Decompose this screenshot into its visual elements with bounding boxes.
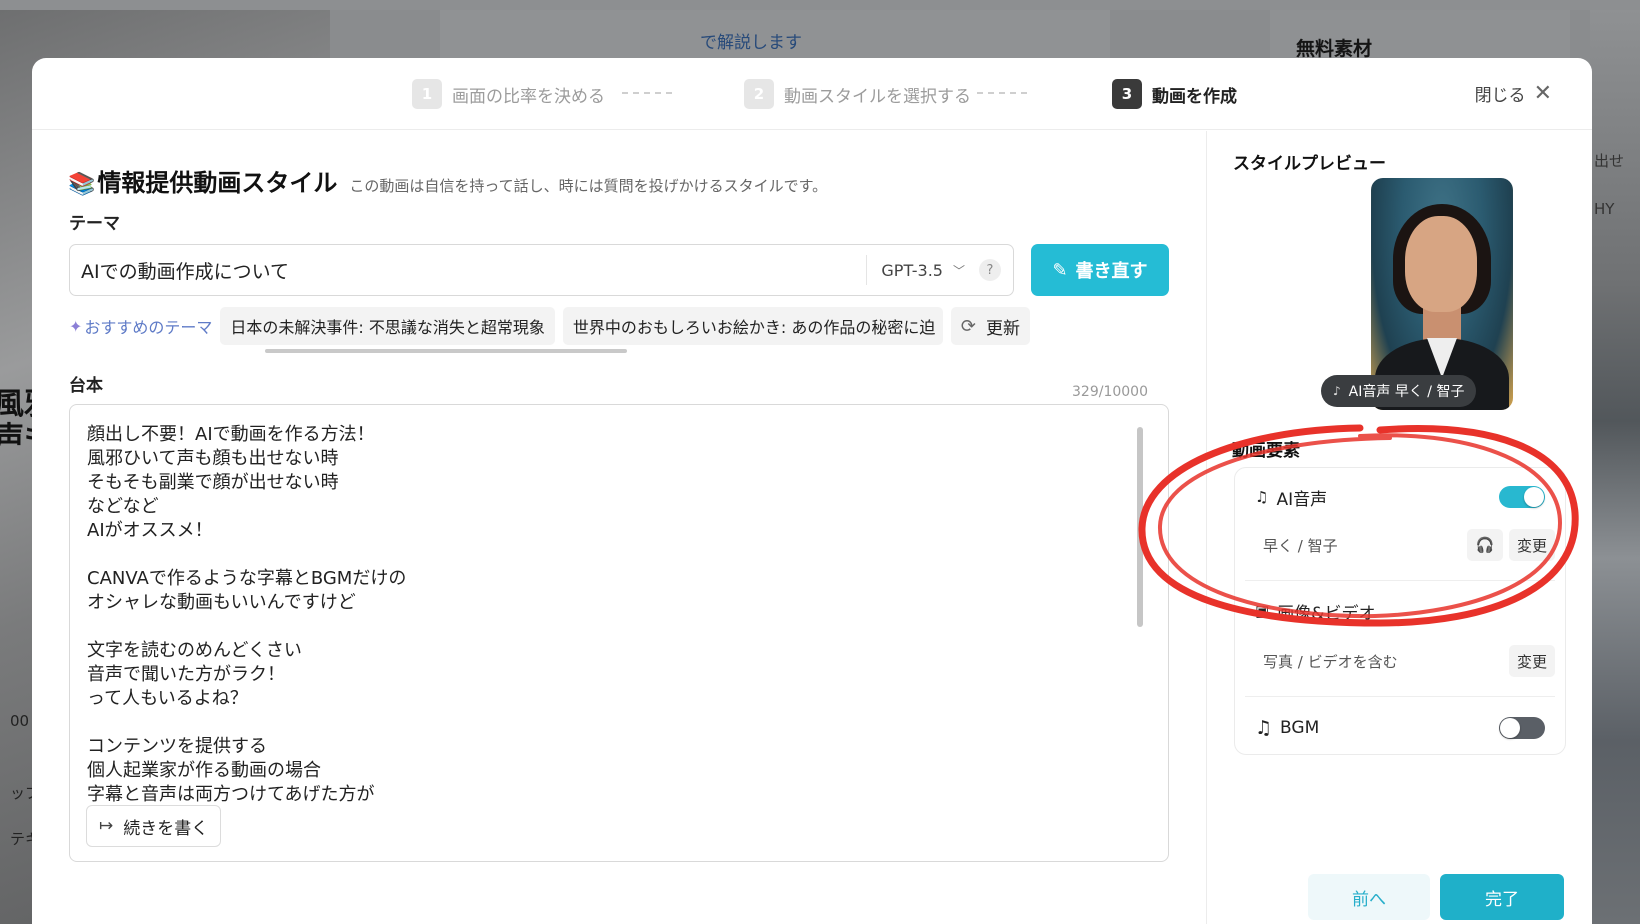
image-icon: ▣ — [1255, 602, 1270, 620]
preview-title: スタイルプレビュー — [1233, 154, 1386, 174]
bgm-toggle[interactable] — [1499, 717, 1545, 739]
theme-chip[interactable]: 日本の未解決事件: 不思議な消失と超常現象 — [220, 307, 555, 345]
music-note-icon: ♫ — [1255, 717, 1273, 739]
stepper: 1 画面の比率を決める 2 動画スタイルを選択する 3 動画を作成 閉じる ✕ — [32, 58, 1592, 130]
ai-voice-value: 早く / 智子 — [1263, 536, 1338, 555]
ai-voice-row: ♫ AI音声 — [1255, 484, 1545, 510]
sparkle-icon: ✦ — [69, 316, 83, 336]
elements-title: 動画要素 — [1232, 441, 1300, 461]
bg-right-title: 無料素材 — [1296, 38, 1373, 60]
previous-button[interactable]: 前へ — [1308, 874, 1430, 920]
bgm-text: BGM — [1280, 718, 1320, 738]
headphones-button[interactable]: 🎧 — [1466, 529, 1503, 561]
elements-card: ♫ AI音声 早く / 智子 🎧 変更 ▣ 画像&ビデオ 写真 / ビデオを含む… — [1234, 467, 1566, 755]
change-media-button[interactable]: 変更 — [1508, 645, 1555, 677]
theme-input[interactable]: AIでの動画作成について — [70, 257, 866, 284]
bg-center-text: で解説します — [700, 33, 802, 53]
continue-writing-button[interactable]: ↦ 続きを書く — [86, 805, 222, 847]
create-video-modal: 1 画面の比率を決める 2 動画スタイルを選択する 3 動画を作成 閉じる ✕ … — [32, 58, 1592, 924]
editor-panel: 📚 情報提供動画スタイル この動画は自信を持って話し、時には質問を投げかけるスタ… — [32, 131, 1207, 924]
rewrite-label: 書き直す — [1075, 261, 1148, 282]
change-voice-button[interactable]: 変更 — [1508, 529, 1555, 561]
bg-far-right-strip — [1590, 10, 1640, 924]
bgm-row: ♫ BGM — [1255, 715, 1545, 741]
step-label: 動画を作成 — [1152, 86, 1237, 107]
voice-badge-label: AI音声 早く / 智子 — [1348, 384, 1465, 400]
media-text: 画像&ビデオ — [1277, 603, 1376, 624]
bg-far-right-text: 出せ — [1594, 152, 1625, 170]
arrow-right-bar-icon: ↦ — [99, 816, 114, 836]
divider — [1245, 696, 1555, 697]
recommended-text: おすすめのテーマ — [84, 318, 213, 337]
close-button[interactable]: 閉じる ✕ — [1475, 81, 1552, 106]
voice-icon: ♫ — [1255, 488, 1269, 506]
theme-chip[interactable]: 世界中のおもしろいお絵かき: あの作品の秘密に迫 — [562, 307, 943, 345]
theme-field: AIでの動画作成について GPT-3.5 ﹀ ? — [69, 244, 1014, 296]
step-label: 動画スタイルを選択する — [784, 86, 971, 107]
script-text: 顔出し不要！AIで動画を作る方法！ 風邪ひいて声も顔も出せない時 そもそも副業で… — [87, 424, 407, 805]
step-3[interactable]: 3 動画を作成 — [1112, 79, 1237, 109]
bg-left-label: 00 — [10, 712, 30, 730]
step-1[interactable]: 1 画面の比率を決める — [412, 79, 605, 109]
style-title: 情報提供動画スタイル — [97, 169, 338, 197]
media-value: 写真 / ビデオを含む — [1263, 652, 1398, 671]
done-button[interactable]: 完了 — [1440, 874, 1564, 920]
media-setting: 写真 / ビデオを含む 変更 — [1245, 639, 1555, 683]
char-count: 329/10000 — [1072, 384, 1148, 400]
voice-icon: ♪ — [1333, 384, 1341, 398]
avatar-face — [1405, 216, 1477, 312]
books-icon: 📚 — [68, 172, 96, 197]
model-value: GPT-3.5 — [881, 260, 943, 280]
ai-voice-setting: 早く / 智子 🎧 変更 — [1245, 523, 1555, 567]
script-label: 台本 — [69, 376, 103, 396]
chevron-down-icon: ﹀ — [952, 263, 965, 278]
step-label: 画面の比率を決める — [452, 86, 605, 107]
step-number: 3 — [1112, 79, 1142, 109]
style-header: 📚 情報提供動画スタイル この動画は自信を持って話し、時には質問を投げかけるスタ… — [68, 163, 827, 198]
ai-voice-actions: 🎧 変更 — [1461, 529, 1555, 561]
ai-voice-text: AI音声 — [1276, 489, 1328, 510]
bg-far-right-text: HY — [1594, 200, 1615, 218]
media-label: ▣ 画像&ビデオ — [1255, 599, 1375, 624]
divider — [1245, 580, 1555, 581]
step-divider — [977, 92, 1027, 94]
rewrite-button[interactable]: ✎ 書き直す — [1031, 244, 1169, 296]
close-icon: ✕ — [1533, 81, 1552, 106]
media-actions: 変更 — [1503, 645, 1555, 677]
bgm-label: ♫ BGM — [1255, 717, 1319, 739]
model-select[interactable]: GPT-3.5 ﹀ — [866, 255, 979, 285]
media-row: ▣ 画像&ビデオ — [1255, 598, 1545, 624]
step-divider — [622, 92, 672, 94]
bg-top-strip — [0, 0, 1640, 10]
voice-badge: ♪ AI音声 早く / 智子 — [1321, 375, 1477, 407]
ai-voice-label: ♫ AI音声 — [1255, 485, 1327, 510]
refresh-button[interactable]: ⟳ 更新 — [950, 307, 1030, 345]
continue-label: 続きを書く — [123, 818, 209, 839]
script-scrollbar[interactable] — [1137, 427, 1143, 627]
script-textarea[interactable]: 顔出し不要！AIで動画を作る方法！ 風邪ひいて声も顔も出せない時 そもそも副業で… — [69, 404, 1169, 862]
toggle-knob — [1524, 487, 1544, 507]
style-description: この動画は自信を持って話し、時には質問を投げかけるスタイルです。 — [349, 177, 828, 195]
headphones-icon: 🎧 — [1475, 536, 1495, 554]
help-icon[interactable]: ? — [979, 259, 1001, 281]
theme-label: テーマ — [69, 214, 120, 234]
magic-wand-icon: ✎ — [1052, 259, 1068, 281]
preview-panel: スタイルプレビュー ♪ AI音声 早く / 智子 動画要素 ♫ AI音声 早く … — [1208, 131, 1592, 924]
recommended-themes: ✦ おすすめのテーマ 日本の未解決事件: 不思議な消失と超常現象 世界中のおもし… — [69, 307, 1030, 345]
chips-scrollbar[interactable] — [265, 349, 627, 353]
toggle-knob — [1500, 718, 1520, 738]
recommended-label: ✦ おすすめのテーマ — [69, 314, 212, 338]
refresh-icon: ⟳ — [960, 315, 976, 337]
ai-voice-toggle[interactable] — [1499, 486, 1545, 508]
refresh-label: 更新 — [986, 318, 1020, 339]
step-number: 1 — [412, 79, 442, 109]
step-2[interactable]: 2 動画スタイルを選択する — [744, 79, 971, 109]
step-number: 2 — [744, 79, 774, 109]
close-label: 閉じる — [1474, 86, 1526, 106]
